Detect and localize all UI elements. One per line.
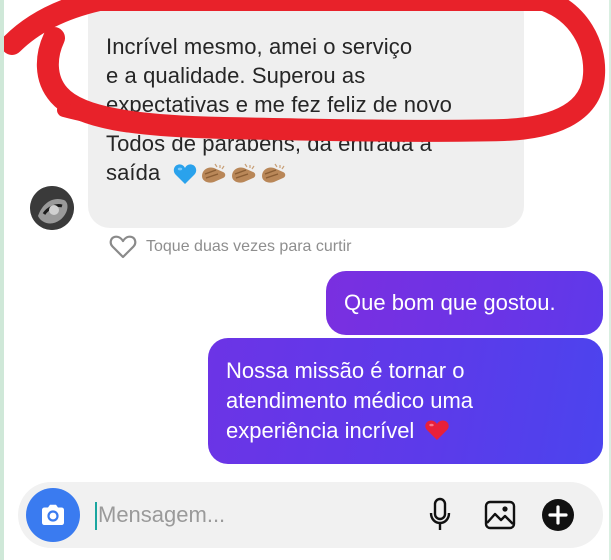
outgoing-message-bubble[interactable]: Nossa missão é tornar o atendimento médi… xyxy=(208,338,603,464)
clapping-hands-emoji xyxy=(261,163,285,183)
camera-icon xyxy=(42,504,64,525)
outgoing-line-3: experiência incrível xyxy=(226,418,415,443)
clapping-hands-emoji xyxy=(201,163,225,183)
message-input[interactable] xyxy=(98,496,398,534)
incoming-line-4: Todos de parabéns, da entrada à xyxy=(106,131,433,156)
red-heart-emoji xyxy=(425,420,450,440)
incoming-message-bubble[interactable]: Incrível mesmo, amei o serviço e a quali… xyxy=(88,0,524,228)
microphone-button[interactable] xyxy=(420,495,460,535)
emoji-row xyxy=(173,163,287,185)
plus-button[interactable] xyxy=(538,495,578,535)
incoming-line-3: expectativas e me fez feliz de novo xyxy=(106,92,452,117)
like-row[interactable]: Toque duas vezes para curtir xyxy=(108,234,351,260)
obscured-line xyxy=(106,119,504,129)
chat-screen: Incrível mesmo, amei o serviço e a quali… xyxy=(0,0,611,560)
incoming-line-5-row: saída xyxy=(106,158,504,187)
incoming-line-1: Incrível mesmo, amei o serviço xyxy=(106,34,413,59)
incoming-line-5: saída xyxy=(106,160,161,185)
avatar[interactable] xyxy=(30,186,74,230)
avatar-photo xyxy=(30,186,74,230)
outgoing-line-1: Nossa missão é tornar o xyxy=(226,358,465,383)
outgoing-message-bubble[interactable]: Que bom que gostou. xyxy=(326,271,603,335)
like-hint-text: Toque duas vezes para curtir xyxy=(146,238,352,255)
outgoing-message-text: Que bom que gostou. xyxy=(344,290,556,315)
text-cursor xyxy=(95,502,97,530)
incoming-line-2: e a qualidade. Superou as xyxy=(106,63,366,88)
message-composer xyxy=(18,482,603,548)
heart-outline-icon[interactable] xyxy=(108,234,138,260)
gallery-button[interactable] xyxy=(480,495,520,535)
camera-button[interactable] xyxy=(26,488,80,542)
plus-icon xyxy=(542,499,574,531)
gallery-icon xyxy=(484,500,516,530)
blue-heart-emoji xyxy=(173,164,196,185)
outgoing-line-3-row: experiência incrível xyxy=(226,416,585,446)
outgoing-line-2: atendimento médico uma xyxy=(226,388,474,413)
microphone-icon xyxy=(429,497,451,530)
clapping-hands-emoji xyxy=(231,163,255,183)
